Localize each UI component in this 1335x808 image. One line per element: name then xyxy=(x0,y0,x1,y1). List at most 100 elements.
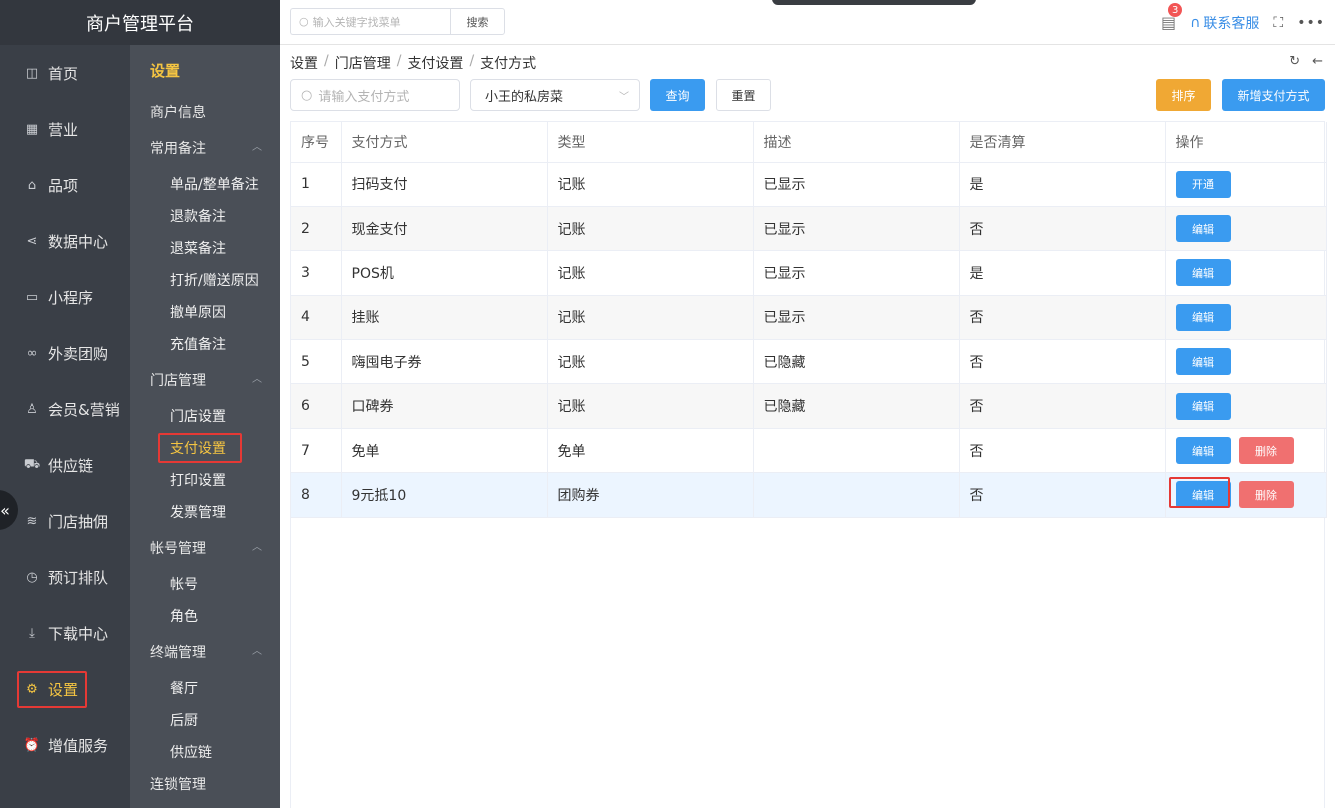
double-chevron-left-icon: « xyxy=(0,500,10,520)
back-arrow-icon[interactable]: ← xyxy=(1312,54,1323,69)
cell-type: 记账 xyxy=(547,383,754,429)
contact-service-link[interactable]: ∩ 联系客服 xyxy=(1190,13,1259,33)
column-header: 序号 xyxy=(291,122,342,163)
breadcrumb: 设置 / 门店管理 / 支付设置 / 支付方式 xyxy=(290,53,536,73)
sidebar-group-2[interactable]: 帐号管理 ︿ xyxy=(150,538,262,558)
sidebar-item-11[interactable]: ⚙ 设置 xyxy=(0,661,130,717)
primary-nav-list: ◫ 首页 ▦ 营业 ⌂ 品项 ⋖ 数据中心 ▭ 小程序 ∞ 外卖团购 ♙ 会员&营销 ⛟ 供应链 ≋ 门店抽佣 ◷ 预… xyxy=(0,45,130,773)
sidebar-item-7[interactable]: ⛟ 供应链 xyxy=(0,437,130,493)
edit-button[interactable]: 编辑 xyxy=(1168,477,1231,509)
edit-button[interactable]: 编辑 xyxy=(1175,303,1231,331)
headset-icon: ∩ xyxy=(1190,14,1201,31)
bike-icon: ∞ xyxy=(26,345,38,361)
cell-no: 8 xyxy=(291,472,342,518)
breadcrumb-separator: / xyxy=(396,53,402,69)
sidebar-sub-item[interactable]: 撤单原因 xyxy=(170,302,226,322)
edit-button[interactable]: 编辑 xyxy=(1175,392,1231,420)
sidebar-group-1[interactable]: 门店管理 ︿ xyxy=(150,370,262,390)
cell-desc xyxy=(753,428,960,474)
reset-button[interactable]: 重置 xyxy=(716,79,771,111)
sidebar-sub-item[interactable]: 退款备注 xyxy=(170,206,226,226)
sidebar-sub-item[interactable]: 充值备注 xyxy=(170,334,226,354)
sidebar-group-0[interactable]: 常用备注 ︿ xyxy=(150,138,262,158)
sidebar-item-2[interactable]: ⌂ 品项 xyxy=(0,157,130,213)
clock-icon: ◷ xyxy=(26,569,38,585)
delete-button[interactable]: 删除 xyxy=(1238,481,1294,509)
sidebar-item-3[interactable]: ⋖ 数据中心 xyxy=(0,213,130,269)
add-payment-method-button[interactable]: 新增支付方式 xyxy=(1222,79,1325,111)
sidebar-sub-item[interactable]: 供应链 xyxy=(170,742,212,762)
more-icon[interactable]: ••• xyxy=(1297,15,1325,31)
sidebar-group-4[interactable]: 连锁管理 xyxy=(150,774,206,794)
sidebar-sub-item[interactable]: 餐厅 xyxy=(170,678,198,698)
sidebar-item-5[interactable]: ∞ 外卖团购 xyxy=(0,325,130,381)
message-icon[interactable]: ▤ 3 xyxy=(1161,3,1183,32)
menu-search-button[interactable]: 搜索 xyxy=(450,8,505,35)
table-row[interactable]: 6 口碑券 记账 已隐藏否编辑 xyxy=(291,383,1327,429)
table-row[interactable]: 7 免单 免单否编辑 删除 xyxy=(291,428,1327,474)
query-button[interactable]: 查询 xyxy=(650,79,705,111)
sidebar-item-label: 增值服务 xyxy=(48,736,109,755)
table-row[interactable]: 2 现金支付 记账 已显示否编辑 xyxy=(291,206,1327,252)
sidebar-sub-item[interactable]: 门店设置 xyxy=(170,406,226,426)
sidebar-sub-item[interactable]: 角色 xyxy=(170,606,198,626)
breadcrumb-item[interactable]: 设置 xyxy=(290,53,318,73)
cell-type: 记账 xyxy=(547,339,754,385)
table-row[interactable]: 8 9元抵10 团购券 否编辑 删除 xyxy=(291,472,1327,518)
edit-button[interactable]: 编辑 xyxy=(1175,259,1231,287)
sidebar-item-merchant-info[interactable]: 商户信息 xyxy=(150,102,206,122)
enable-button[interactable]: 开通 xyxy=(1175,170,1231,198)
chevron-down-icon: ﹀ xyxy=(619,91,629,103)
edit-button[interactable]: 编辑 xyxy=(1175,437,1231,465)
breadcrumb-item[interactable]: 支付设置 xyxy=(407,53,463,73)
table-row[interactable]: 1 扫码支付 记账 已显示是开通 xyxy=(291,162,1327,207)
cell-actions: 编辑 删除 xyxy=(1165,472,1327,518)
sidebar-item-label: 营业 xyxy=(48,120,79,139)
cell-type: 记账 xyxy=(547,162,754,207)
sidebar-item-8[interactable]: ≋ 门店抽佣 xyxy=(0,493,130,549)
sidebar-item-9[interactable]: ◷ 预订排队 xyxy=(0,549,130,605)
sidebar-sub-item[interactable]: 单品/整单备注 xyxy=(170,174,259,194)
cell-no: 4 xyxy=(291,295,342,341)
sidebar-item-0[interactable]: ◫ 首页 xyxy=(0,45,130,101)
table-row[interactable]: 3 POS机 记账 已显示是编辑 xyxy=(291,250,1327,296)
delete-button[interactable]: 删除 xyxy=(1238,437,1294,465)
brand-title: 商户管理平台 xyxy=(0,0,280,45)
sidebar-item-12[interactable]: ⏰ 增值服务 xyxy=(0,717,130,773)
sidebar-sub-item[interactable]: 打印设置 xyxy=(170,470,226,490)
sidebar-sub-item[interactable]: 支付设置 xyxy=(158,433,242,463)
sidebar-sub-item[interactable]: 退菜备注 xyxy=(170,238,226,258)
breadcrumb-item[interactable]: 门店管理 xyxy=(335,53,391,73)
sort-button[interactable]: 排序 xyxy=(1156,79,1211,111)
sidebar-item-10[interactable]: ⤓ 下载中心 xyxy=(0,605,130,661)
store-select[interactable]: 小王的私房菜 ﹀ xyxy=(470,79,640,111)
cell-desc: 已隐藏 xyxy=(753,339,960,385)
refresh-icon[interactable]: ↻ xyxy=(1289,54,1300,69)
cell-desc: 已显示 xyxy=(753,295,960,341)
payment-method-search-input[interactable]: ○ 请输入支付方式 xyxy=(290,79,460,111)
sidebar-item-6[interactable]: ♙ 会员&营销 xyxy=(0,381,130,437)
sidebar-sub-item[interactable]: 后厨 xyxy=(170,710,198,730)
fullscreen-icon[interactable]: ⛶ xyxy=(1273,15,1283,31)
sidebar-item-1[interactable]: ▦ 营业 xyxy=(0,101,130,157)
table-row[interactable]: 4 挂账 记账 已显示否编辑 xyxy=(291,295,1327,341)
cell-desc: 已显示 xyxy=(753,206,960,252)
top-bar: ○ 输入关键字找菜单 搜索 ▤ 3 ∩ 联系客服 ⛶ ••• xyxy=(280,0,1335,45)
sidebar-sub-item[interactable]: 打折/赠送原因 xyxy=(170,270,259,290)
sidebar-item-label: 供应链 xyxy=(48,456,94,475)
window-drag-handle xyxy=(772,0,976,5)
sidebar-group-3[interactable]: 终端管理 ︿ xyxy=(150,642,262,662)
cell-settle: 否 xyxy=(959,428,1166,474)
sidebar-item-label: 下载中心 xyxy=(48,624,109,643)
table-row[interactable]: 5 嗨囤电子券 记账 已隐藏否编辑 xyxy=(291,339,1327,385)
menu-search-input[interactable]: ○ 输入关键字找菜单 xyxy=(290,8,450,35)
cell-type: 免单 xyxy=(547,428,754,474)
sidebar-sub-item[interactable]: 发票管理 xyxy=(170,502,226,522)
sidebar-item-4[interactable]: ▭ 小程序 xyxy=(0,269,130,325)
sidebar-item-label: 外卖团购 xyxy=(48,344,109,363)
edit-button[interactable]: 编辑 xyxy=(1175,215,1231,243)
edit-button[interactable]: 编辑 xyxy=(1175,348,1231,376)
cell-settle: 否 xyxy=(959,472,1166,518)
sidebar-sub-item[interactable]: 帐号 xyxy=(170,574,198,594)
column-header: 操作 xyxy=(1165,122,1327,163)
